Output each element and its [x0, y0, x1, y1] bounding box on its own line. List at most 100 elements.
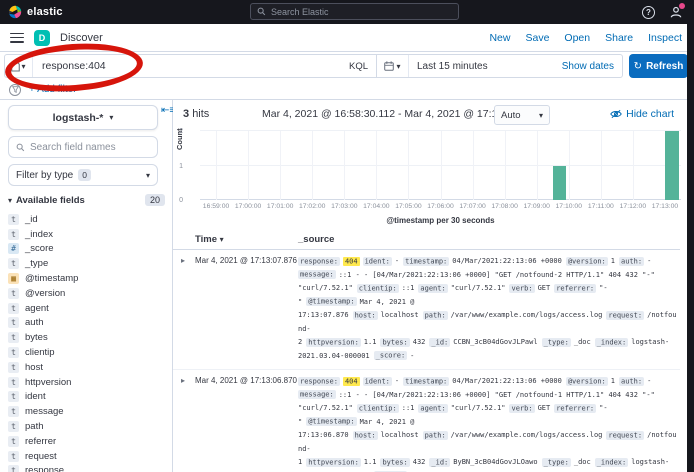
- help-icon[interactable]: ?: [642, 6, 655, 19]
- elastic-logo-icon: [8, 5, 22, 19]
- filter-by-type-select[interactable]: Filter by type 0 ▾: [8, 164, 158, 186]
- add-filter-button[interactable]: + Add filter: [29, 84, 77, 95]
- source-field-name: auth:: [619, 377, 644, 386]
- interval-select[interactable]: Auto ▾: [494, 105, 550, 125]
- gridline: [280, 131, 281, 200]
- source-field-name: clientip:: [357, 404, 399, 413]
- field-name: request: [25, 451, 57, 462]
- field-name: _score: [25, 243, 54, 254]
- expand-row-icon[interactable]: ▸: [181, 376, 185, 385]
- source-value: -: [647, 257, 651, 265]
- global-search-input[interactable]: Search Elastic: [250, 3, 459, 20]
- field-item-_type[interactable]: t_type: [8, 256, 168, 271]
- source-field-name: ident:: [363, 257, 392, 266]
- field-item-@timestamp[interactable]: ▦@timestamp: [8, 271, 168, 286]
- source-field-name: response:: [298, 257, 340, 266]
- breadcrumb[interactable]: Discover: [60, 32, 103, 44]
- user-avatar[interactable]: [669, 5, 683, 19]
- kql-query-input[interactable]: ▾ response:404 KQL: [4, 54, 377, 78]
- string-field-icon: t: [8, 362, 19, 373]
- x-tick-label: 17:12:00: [620, 203, 646, 210]
- source-value: _doc: [574, 458, 591, 466]
- query-language-button[interactable]: KQL: [341, 61, 376, 72]
- chevron-down-icon: ▾: [109, 113, 113, 122]
- field-name: response: [25, 465, 64, 472]
- field-item-@version[interactable]: t@version: [8, 286, 168, 301]
- field-item-path[interactable]: tpath: [8, 419, 168, 434]
- refresh-button[interactable]: ↻ Refresh: [629, 54, 688, 78]
- field-item-agent[interactable]: tagent: [8, 301, 168, 316]
- hide-chart-label: Hide chart: [626, 108, 674, 120]
- space-badge[interactable]: D: [34, 30, 50, 46]
- date-quick-menu[interactable]: ▾: [377, 55, 409, 77]
- gridline: [216, 131, 217, 200]
- show-dates-link[interactable]: Show dates: [562, 61, 614, 72]
- row-source: response:404ident:-timestamp:04/Mar/2021…: [298, 375, 678, 472]
- nav-action-new[interactable]: New: [489, 32, 510, 44]
- nav-action-save[interactable]: Save: [525, 32, 549, 44]
- histogram-bar[interactable]: [553, 166, 567, 201]
- source-field-name: bytes:: [380, 338, 409, 347]
- string-field-icon: t: [8, 421, 19, 432]
- source-field-name: clientip:: [357, 284, 399, 293]
- field-item-referrer[interactable]: treferrer: [8, 434, 168, 449]
- field-name: httpversion: [25, 377, 71, 388]
- x-tick-label: 17:01:00: [267, 203, 293, 210]
- field-item-httpversion[interactable]: thttpversion: [8, 375, 168, 390]
- field-item-clientip[interactable]: tclientip: [8, 345, 168, 360]
- y-tick-label: 0: [174, 197, 183, 204]
- breadcrumb-bar: D Discover New Save Open Share Inspect: [0, 24, 694, 52]
- field-item-_index[interactable]: t_index: [8, 227, 168, 242]
- source-value: "curl/7.52.1": [451, 404, 506, 412]
- source-value: 432: [413, 458, 426, 466]
- saved-query-menu-icon[interactable]: ▾: [5, 55, 33, 77]
- nav-action-share[interactable]: Share: [605, 32, 633, 44]
- field-item-response[interactable]: tresponse: [8, 464, 168, 472]
- hits-count: 3 hits: [183, 108, 209, 120]
- field-item-ident[interactable]: tident: [8, 390, 168, 405]
- global-search-placeholder: Search Elastic: [271, 7, 329, 17]
- source-value: CCBN_3cB04dGovJLPawl: [453, 338, 537, 346]
- hide-chart-button[interactable]: Hide chart: [610, 108, 674, 120]
- source-value: /var/www/example.com/logs/access.log: [451, 311, 603, 319]
- field-name: bytes: [25, 332, 48, 343]
- available-fields-header[interactable]: ▾ Available fields 20: [8, 194, 165, 206]
- elastic-logo[interactable]: elastic: [8, 5, 63, 19]
- source-field-name: _type:: [542, 458, 571, 467]
- field-item-message[interactable]: tmessage: [8, 404, 168, 419]
- histogram-chart[interactable]: 012: [200, 131, 681, 200]
- field-search-input[interactable]: Search field names: [8, 136, 158, 158]
- field-list: t_idt_index#_scoret_type▦@timestampt@ver…: [8, 212, 168, 472]
- nav-action-inspect[interactable]: Inspect: [648, 32, 682, 44]
- string-field-icon: t: [8, 229, 19, 240]
- top-nav-actions: New Save Open Share Inspect: [489, 32, 682, 44]
- time-column-header[interactable]: Time ▾: [195, 234, 224, 245]
- field-item-auth[interactable]: tauth: [8, 316, 168, 331]
- field-name: @timestamp: [25, 273, 78, 284]
- filter-icon[interactable]: [9, 84, 21, 96]
- field-item-_score[interactable]: #_score: [8, 242, 168, 257]
- source-field-name: path:: [423, 431, 448, 440]
- field-item-_id[interactable]: t_id: [8, 212, 168, 227]
- time-range-value[interactable]: Last 15 minutes: [417, 61, 562, 72]
- field-item-bytes[interactable]: tbytes: [8, 330, 168, 345]
- source-field-name: _type:: [542, 338, 571, 347]
- index-pattern-selector[interactable]: logstash-* ▾: [8, 105, 158, 130]
- string-field-icon: t: [8, 406, 19, 417]
- hits-number: 3: [183, 108, 189, 120]
- document-icon: [11, 61, 20, 72]
- chevron-down-icon: ▾: [21, 62, 25, 71]
- source-field-name: host:: [353, 311, 378, 320]
- expand-row-icon[interactable]: ▸: [181, 256, 185, 265]
- nav-action-open[interactable]: Open: [564, 32, 590, 44]
- source-field-name: timestamp:: [403, 377, 449, 386]
- interval-value: Auto: [501, 110, 521, 121]
- source-field-name: timestamp:: [403, 257, 449, 266]
- source-value: 1.1: [364, 338, 377, 346]
- histogram-bar[interactable]: [665, 131, 679, 200]
- field-item-host[interactable]: thost: [8, 360, 168, 375]
- menu-icon[interactable]: [10, 33, 24, 43]
- string-field-icon: t: [8, 451, 19, 462]
- field-item-request[interactable]: t request: [8, 449, 168, 464]
- x-tick-label: 17:05:00: [395, 203, 421, 210]
